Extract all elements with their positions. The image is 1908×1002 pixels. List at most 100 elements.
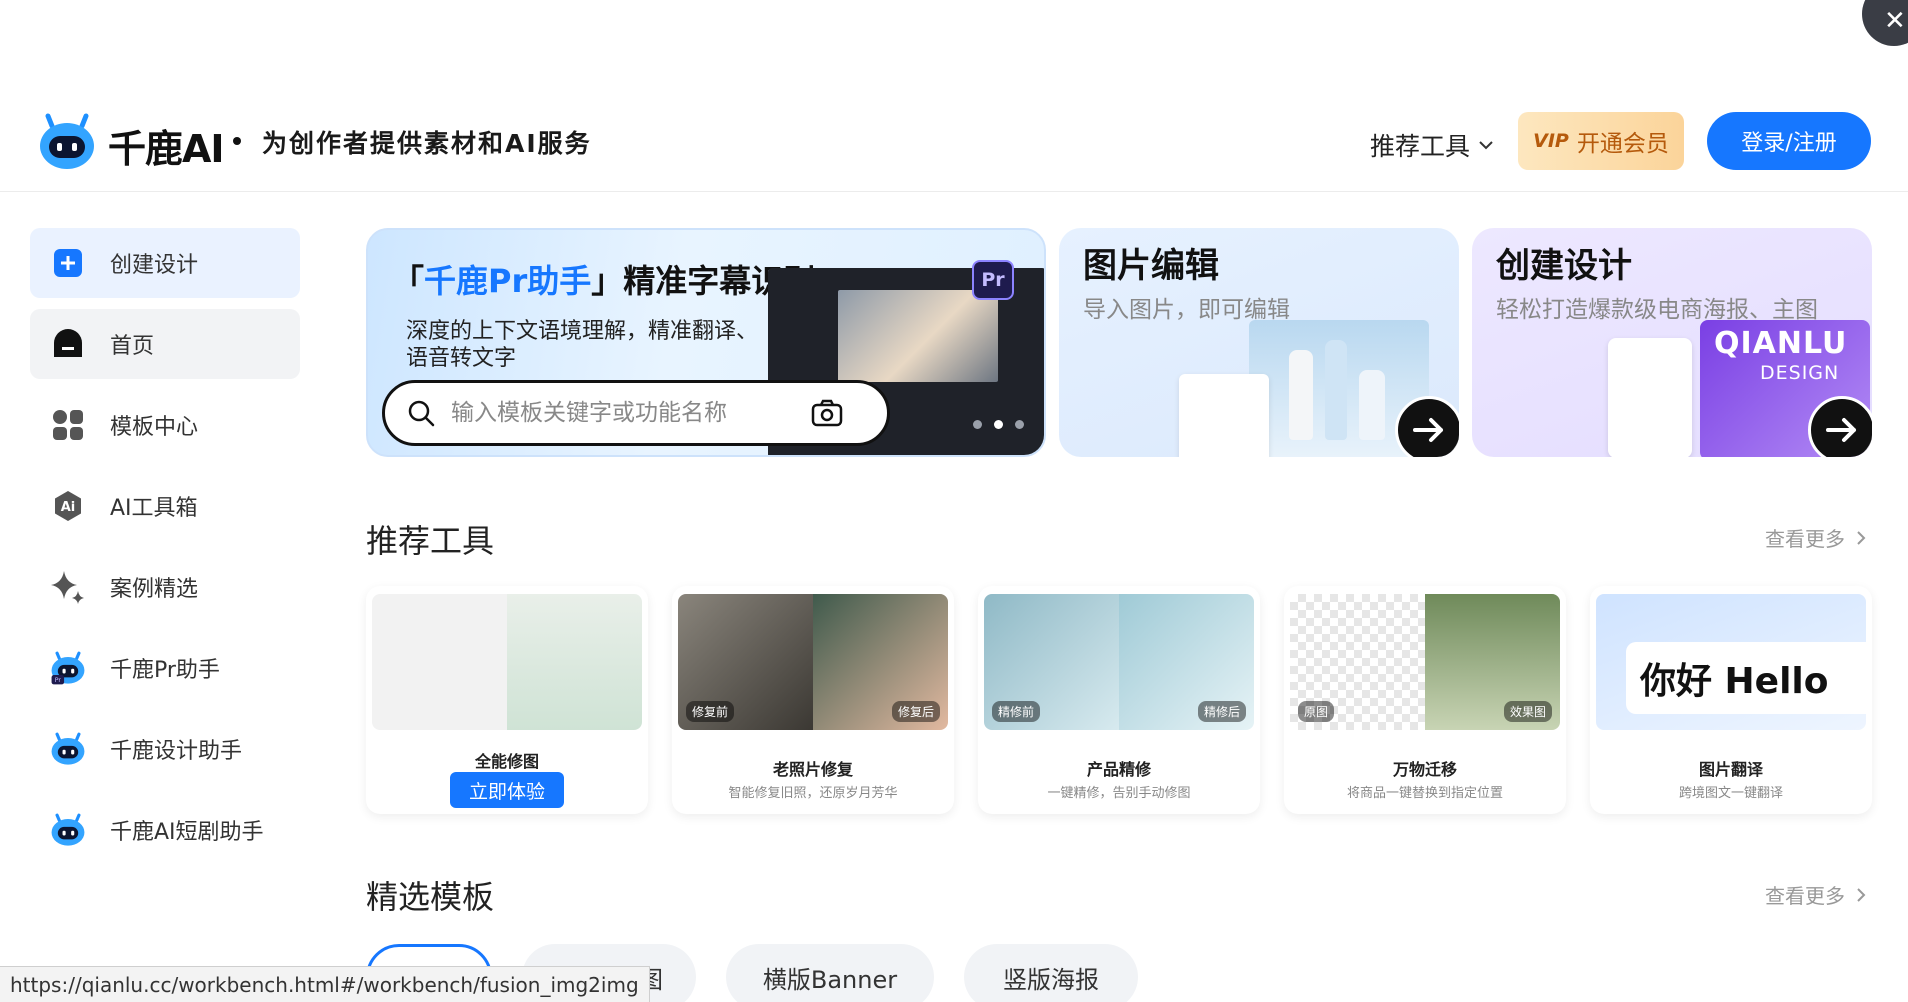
- chevron-right-icon: [1857, 530, 1866, 545]
- robot-icon: [50, 731, 86, 767]
- sidebar-item-create-design[interactable]: 创建设计: [30, 228, 300, 298]
- sidebar: 创建设计 首页 模板中心 Ai AI工具箱 案例精选 Pr 千鹿Pr助手 千鹿设: [30, 228, 300, 876]
- sparkle-icon: [50, 569, 86, 605]
- create-design-card[interactable]: 创建设计 轻松打造爆款级电商海报、主图 QIANLU DESIGN: [1472, 228, 1872, 457]
- plus-square-icon: [50, 245, 86, 281]
- ai-toolbox-icon: Ai: [50, 488, 86, 524]
- svg-text:Pr: Pr: [55, 677, 62, 684]
- template-tab-vertical-poster[interactable]: 竖版海报: [964, 944, 1138, 1002]
- carousel-dot[interactable]: [1015, 420, 1024, 429]
- after-tag: 效果图: [1503, 701, 1552, 722]
- arrow-right-icon: [1826, 418, 1856, 442]
- see-more-tools-link[interactable]: 查看更多: [1765, 523, 1867, 552]
- before-tag: 精修前: [992, 701, 1041, 722]
- tool-preview-image: 你好 Hello: [1596, 594, 1866, 730]
- see-more-templates-link[interactable]: 查看更多: [1765, 880, 1867, 909]
- separator-dot: [233, 137, 241, 145]
- carousel-dot[interactable]: [973, 420, 982, 429]
- premiere-logo-icon: Pr: [972, 260, 1014, 300]
- pr-robot-icon: Pr: [50, 650, 86, 686]
- tool-description: 跨境图文一键翻译: [1678, 786, 1783, 801]
- go-arrow-button[interactable]: [1395, 396, 1459, 457]
- tool-name: 全能修图: [474, 752, 539, 771]
- robot-logo-icon[interactable]: [36, 110, 98, 172]
- sidebar-item-design-assistant[interactable]: 千鹿设计助手: [30, 714, 300, 784]
- tool-preview-image: [372, 594, 642, 730]
- tool-card-old-photo-restore[interactable]: 修复前 修复后 老照片修复 智能修复旧照，还原岁月芳华: [672, 586, 954, 814]
- recommend-tools-label: 推荐工具: [1370, 132, 1471, 161]
- camera-icon[interactable]: [811, 399, 843, 427]
- close-icon: ✕: [1884, 6, 1906, 36]
- poster-line-1: QIANLU: [1714, 326, 1848, 361]
- search-input[interactable]: [451, 400, 811, 426]
- vip-icon: VIP: [1533, 130, 1569, 152]
- search-bar[interactable]: [382, 380, 890, 446]
- robot-icon: [50, 812, 86, 848]
- sidebar-item-label: 创建设计: [110, 253, 199, 278]
- banner-subtitle: 深度的上下文语境理解，精准翻译、语音转文字: [406, 319, 759, 371]
- card-title: 图片编辑: [1083, 246, 1219, 286]
- tool-card-image-translate[interactable]: 你好 Hello 图片翻译 跨境图文一键翻译: [1590, 586, 1872, 814]
- tool-description: 一键精修，告别手动修图: [1047, 786, 1191, 801]
- grid-icon: [50, 407, 86, 443]
- vip-label: 开通会员: [1576, 131, 1669, 157]
- chevron-down-icon: [1479, 141, 1493, 150]
- tool-name: 万物迁移: [1392, 760, 1457, 779]
- see-more-label: 查看更多: [1765, 527, 1845, 551]
- editor-panel-image: [1179, 374, 1269, 457]
- sidebar-item-cases[interactable]: 案例精选: [30, 552, 300, 622]
- carousel-dot-active[interactable]: [994, 420, 1003, 429]
- go-arrow-button[interactable]: [1808, 396, 1872, 457]
- tool-card-all-retouch[interactable]: 全能修图 立即体验: [366, 586, 648, 814]
- design-toolbar-image: [1608, 338, 1692, 457]
- login-register-button[interactable]: 登录/注册: [1707, 112, 1871, 170]
- featured-templates-heading: 精选模板: [366, 878, 495, 916]
- sidebar-item-label: 千鹿Pr助手: [110, 658, 220, 683]
- poster-line-2: DESIGN: [1760, 362, 1840, 384]
- tool-description: 智能修复旧照，还原岁月芳华: [728, 786, 898, 801]
- brand-slogan: 为创作者提供素材和AI服务: [262, 129, 592, 158]
- svg-text:Ai: Ai: [61, 500, 76, 515]
- sidebar-item-label: AI工具箱: [110, 496, 198, 521]
- sidebar-item-ai-toolbox[interactable]: Ai AI工具箱: [30, 471, 300, 541]
- after-tag: 精修后: [1197, 701, 1246, 722]
- card-subtitle: 轻松打造爆款级电商海报、主图: [1496, 297, 1818, 323]
- see-more-label: 查看更多: [1765, 884, 1845, 908]
- image-edit-card[interactable]: 图片编辑 导入图片，即可编辑: [1059, 228, 1459, 457]
- arrow-right-icon: [1413, 418, 1443, 442]
- top-header: 千鹿AI 为创作者提供素材和AI服务 推荐工具 VIP 开通会员 登录/注册: [0, 82, 1908, 192]
- tool-description: 将商品一键替换到指定位置: [1346, 786, 1503, 801]
- chevron-right-icon: [1857, 887, 1866, 902]
- sidebar-item-home[interactable]: 首页: [30, 309, 300, 379]
- sidebar-item-label: 千鹿AI短剧助手: [110, 820, 264, 845]
- tool-name: 图片翻译: [1698, 760, 1763, 779]
- brand-name[interactable]: 千鹿AI: [108, 118, 225, 173]
- sidebar-item-label: 案例精选: [110, 577, 199, 602]
- status-bar-url: https://qianlu.cc/workbench.html#/workbe…: [0, 966, 650, 1002]
- banner-title-highlight: 千鹿Pr助手: [424, 262, 592, 300]
- sidebar-item-label: 千鹿设计助手: [110, 739, 243, 764]
- try-now-button[interactable]: 立即体验: [450, 772, 564, 808]
- sidebar-item-pr-assistant[interactable]: Pr 千鹿Pr助手: [30, 633, 300, 703]
- sidebar-item-short-drama-assistant[interactable]: 千鹿AI短剧助手: [30, 795, 300, 865]
- tool-name: 老照片修复: [772, 760, 853, 779]
- card-title: 创建设计: [1496, 246, 1632, 286]
- search-icon: [408, 400, 435, 427]
- carousel-dots[interactable]: [973, 420, 1024, 429]
- sidebar-item-label: 首页: [110, 334, 155, 359]
- recommend-tools-heading: 推荐工具: [366, 522, 495, 560]
- tool-card-product-retouch[interactable]: 精修前 精修后 产品精修 一键精修，告别手动修图: [978, 586, 1260, 814]
- translate-sample-text: 你好 Hello: [1626, 642, 1866, 714]
- tool-preview-image: 修复前 修复后: [678, 594, 948, 730]
- close-window-button[interactable]: ✕: [1862, 0, 1908, 46]
- template-tab-horizontal-banner[interactable]: 横版Banner: [726, 944, 934, 1002]
- tool-preview-image: 原图 效果图: [1290, 594, 1560, 730]
- after-tag: 修复后: [891, 701, 940, 722]
- home-icon: [50, 326, 86, 362]
- recommend-tools-menu[interactable]: 推荐工具: [1370, 127, 1496, 163]
- before-tag: 原图: [1298, 701, 1335, 722]
- vip-button[interactable]: VIP 开通会员: [1518, 112, 1684, 170]
- tool-card-object-transfer[interactable]: 原图 效果图 万物迁移 将商品一键替换到指定位置: [1284, 586, 1566, 814]
- sidebar-item-templates[interactable]: 模板中心: [30, 390, 300, 460]
- banner-title-prefix: 「: [392, 262, 425, 300]
